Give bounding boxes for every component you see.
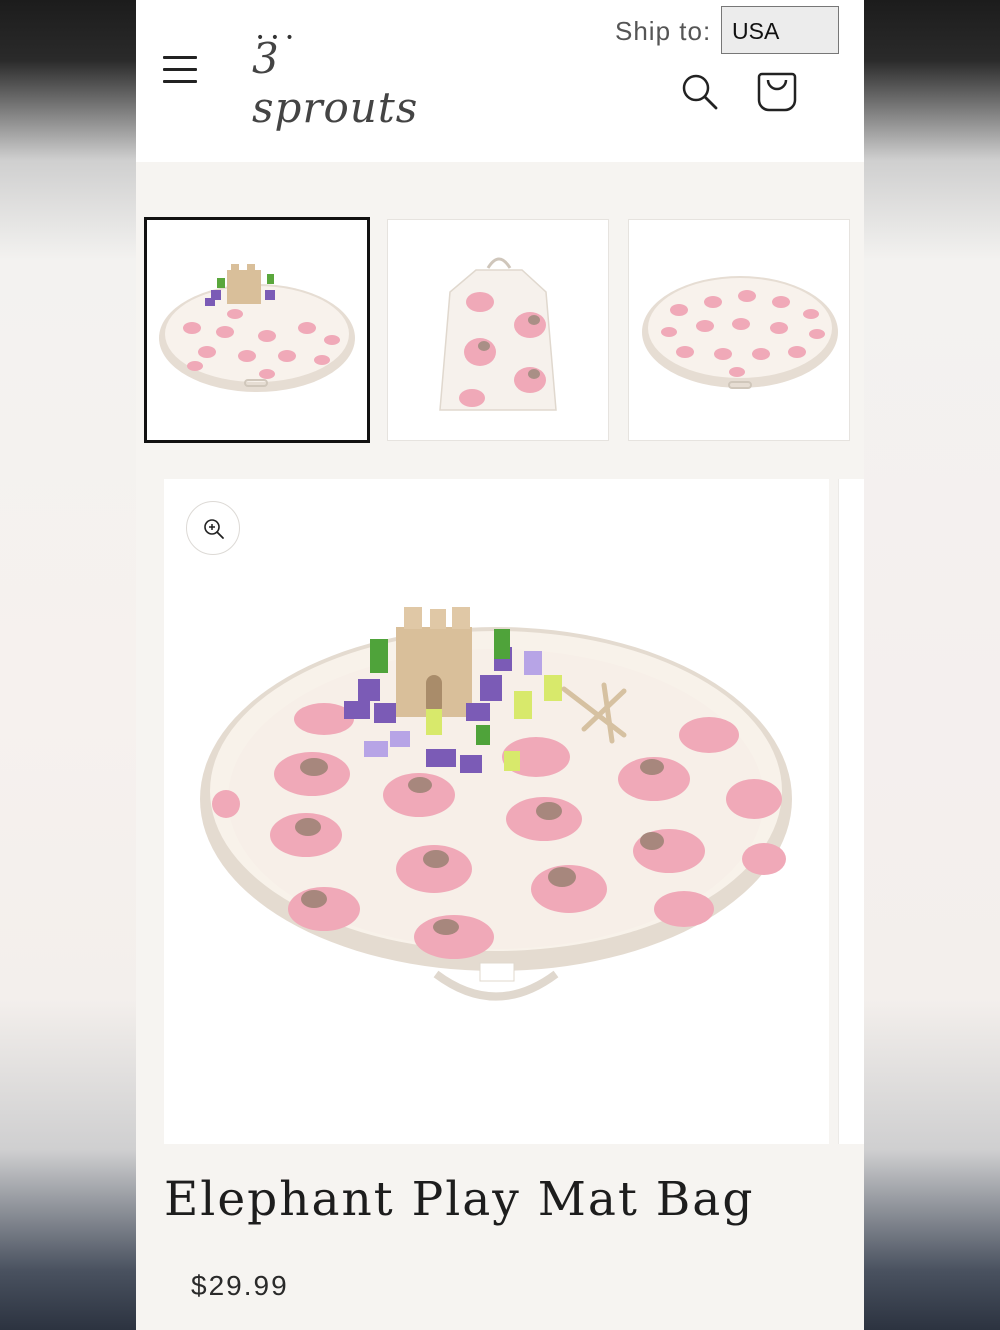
- thumbnail-2[interactable]: [387, 219, 609, 441]
- background-left: [0, 0, 136, 1330]
- thumbnail-3[interactable]: [628, 219, 850, 441]
- search-icon[interactable]: [680, 72, 720, 112]
- menu-icon[interactable]: [163, 54, 197, 84]
- background-right: [864, 0, 1000, 1330]
- zoom-in-icon[interactable]: [186, 501, 240, 555]
- country-select[interactable]: USA: [721, 6, 839, 54]
- cart-icon[interactable]: [756, 70, 800, 114]
- brand-logo[interactable]: • • • 3 sprouts: [252, 26, 422, 132]
- logo-text: 3 sprouts: [252, 34, 419, 132]
- thumbnail-1[interactable]: [144, 217, 370, 443]
- play-mat-illustration: [200, 607, 792, 1001]
- main-product-image[interactable]: [164, 479, 829, 1144]
- product-title: Elephant Play Mat Bag: [164, 1172, 755, 1227]
- site-header: • • • 3 sprouts Ship to: USA: [136, 0, 864, 162]
- mobile-page: • • • 3 sprouts Ship to: USA Elephant Pl…: [136, 0, 864, 1330]
- ship-to-label: Ship to:: [615, 16, 712, 46]
- next-image-peek[interactable]: [838, 479, 864, 1144]
- product-price: $29.99: [191, 1270, 289, 1301]
